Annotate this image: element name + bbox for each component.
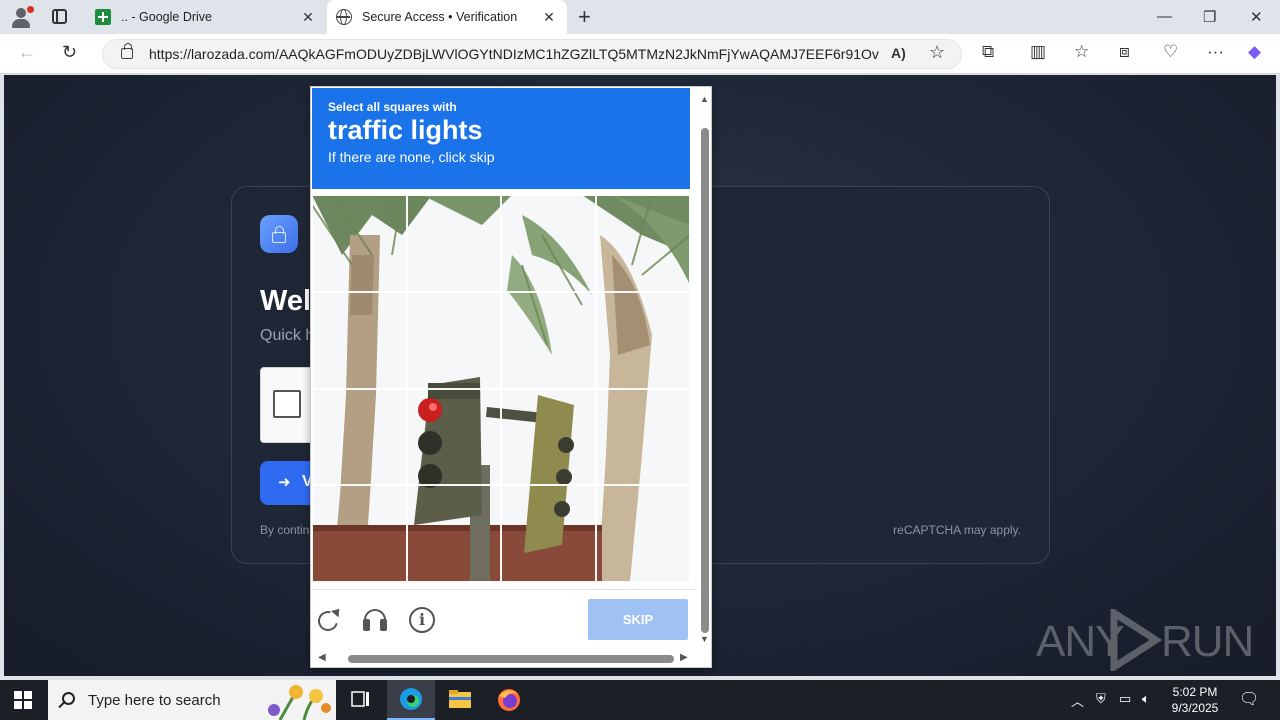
reload-challenge-icon[interactable]	[313, 605, 344, 635]
google-sheets-icon	[95, 9, 111, 25]
horizontal-scrollbar[interactable]: ◀ ▶	[312, 650, 697, 667]
read-aloud-icon[interactable]: A)	[891, 45, 906, 61]
captcha-tile[interactable]	[501, 485, 596, 582]
screen: .. - Google Drive ✕ Secure Access • Veri…	[0, 0, 1280, 720]
captcha-tile[interactable]	[406, 388, 501, 486]
captcha-tile[interactable]	[501, 195, 596, 292]
skip-button[interactable]: SKIP	[588, 599, 688, 640]
show-hidden-icons[interactable]: ︿	[1071, 691, 1084, 710]
browser-tab-bar: .. - Google Drive ✕ Secure Access • Veri…	[0, 0, 1280, 34]
new-tab-button[interactable]: +	[578, 4, 591, 30]
captcha-tile[interactable]	[312, 388, 407, 486]
captcha-instruction: Select all squares with	[328, 100, 457, 114]
tab-secure-access[interactable]: Secure Access • Verification ✕	[327, 0, 567, 34]
search-placeholder: Type here to search	[88, 692, 221, 709]
captcha-image-grid	[312, 195, 690, 582]
arrow-right-icon: ➜	[278, 474, 291, 491]
info-icon[interactable]: i	[407, 605, 437, 635]
firefox-icon[interactable]	[485, 680, 533, 720]
scrollbar-thumb[interactable]	[348, 655, 674, 663]
captcha-tile[interactable]	[501, 291, 596, 389]
edge-browser-icon[interactable]	[387, 680, 435, 720]
url-text[interactable]: https://larozada.com/AAQkAGFmODUyZDBjLWV…	[149, 46, 879, 62]
scroll-right-icon[interactable]: ▶	[680, 652, 688, 663]
card-title: Wel	[260, 285, 312, 317]
close-tab-icon[interactable]: ✕	[296, 9, 320, 26]
task-view-icon[interactable]	[336, 680, 384, 720]
captcha-tile[interactable]	[312, 195, 407, 292]
more-menu-icon[interactable]: ···	[1207, 42, 1224, 62]
notification-center-icon[interactable]: 🗨︎	[1239, 689, 1259, 709]
recaptcha-terms-text: reCAPTCHA may apply.	[893, 523, 1021, 537]
recaptcha-checkbox[interactable]	[273, 390, 301, 418]
address-toolbar: ← ↻ https://larozada.com/AAQkAGFmODUyZDB…	[0, 34, 1280, 74]
security-tray-icon[interactable]: ⛨	[1096, 691, 1106, 707]
lock-icon[interactable]	[121, 43, 133, 59]
scroll-down-icon[interactable]: ▼	[700, 634, 709, 644]
favorite-star-icon[interactable]: ☆	[929, 42, 945, 63]
tab-google-drive[interactable]: .. - Google Drive ✕	[86, 0, 326, 34]
lock-icon	[260, 215, 298, 253]
address-bar[interactable]: https://larozada.com/AAQkAGFmODUyZDBjLWV…	[102, 39, 962, 69]
captcha-hint: If there are none, click skip	[328, 149, 495, 165]
captcha-header: Select all squares with traffic lights I…	[312, 88, 690, 189]
captcha-tile[interactable]	[406, 195, 501, 292]
flowers-icon	[260, 682, 336, 720]
audio-challenge-icon[interactable]	[360, 605, 390, 635]
clock-time: 5:02 PM	[1172, 685, 1218, 699]
extensions-icon[interactable]: ⧉	[982, 42, 994, 62]
divider	[312, 589, 697, 590]
volume-icon[interactable]: 🔈︎	[1142, 691, 1150, 707]
network-icon[interactable]: ▭	[1119, 691, 1131, 707]
card-subtitle: Quick h	[260, 327, 315, 344]
search-icon	[62, 692, 75, 705]
tab-actions-icon[interactable]	[52, 9, 67, 24]
taskbar-clock[interactable]: 5:02 PM 9/3/2025	[1160, 684, 1230, 716]
captcha-tile[interactable]	[312, 291, 407, 389]
close-tab-icon[interactable]: ✕	[537, 9, 561, 26]
vertical-scrollbar[interactable]: ▲ ▼	[697, 88, 711, 648]
play-logo-icon	[1110, 609, 1162, 671]
file-explorer-icon[interactable]	[436, 680, 484, 720]
captcha-tile[interactable]	[406, 485, 501, 582]
captcha-tile[interactable]	[501, 388, 596, 486]
browser-essentials-icon[interactable]: ♡	[1163, 42, 1178, 62]
close-window-button[interactable]: ✕	[1250, 8, 1263, 26]
back-button[interactable]: ←	[18, 42, 36, 63]
scroll-left-icon[interactable]: ◀	[318, 652, 326, 663]
captcha-target: traffic lights	[328, 115, 483, 145]
tab-title: .. - Google Drive	[121, 10, 213, 24]
scrollbar-thumb[interactable]	[701, 128, 709, 633]
captcha-challenge-popup: Select all squares with traffic lights I…	[310, 86, 712, 668]
scroll-up-icon[interactable]: ▲	[700, 94, 709, 104]
taskbar-search-box[interactable]: Type here to search	[48, 680, 336, 720]
favorites-icon[interactable]: ☆	[1074, 42, 1089, 62]
split-screen-icon[interactable]: ▥	[1030, 42, 1046, 62]
captcha-tile[interactable]	[595, 291, 690, 389]
profile-icon[interactable]	[8, 5, 34, 29]
copilot-icon[interactable]: ◆	[1248, 42, 1261, 62]
captcha-tile[interactable]	[595, 485, 690, 582]
restore-button[interactable]: ❐	[1203, 8, 1216, 26]
clock-date: 9/3/2025	[1171, 701, 1219, 715]
collections-icon[interactable]: ⧈	[1119, 42, 1130, 62]
terms-text: By contin	[260, 523, 310, 537]
tab-title: Secure Access • Verification	[362, 10, 518, 24]
globe-icon	[336, 9, 352, 25]
minimize-button[interactable]: —	[1157, 8, 1172, 25]
anyrun-watermark: ANY RUN	[1036, 605, 1254, 675]
captcha-tile[interactable]	[312, 485, 407, 582]
windows-start-icon[interactable]	[14, 691, 32, 709]
windows-taskbar: Type here to search ︿ ⛨ ▭ 🔈︎ 5:02 PM 9/3…	[0, 680, 1280, 720]
captcha-tile[interactable]	[595, 195, 690, 292]
captcha-tile[interactable]	[406, 291, 501, 389]
reload-button[interactable]: ↻	[62, 42, 77, 63]
captcha-tile[interactable]	[595, 388, 690, 486]
